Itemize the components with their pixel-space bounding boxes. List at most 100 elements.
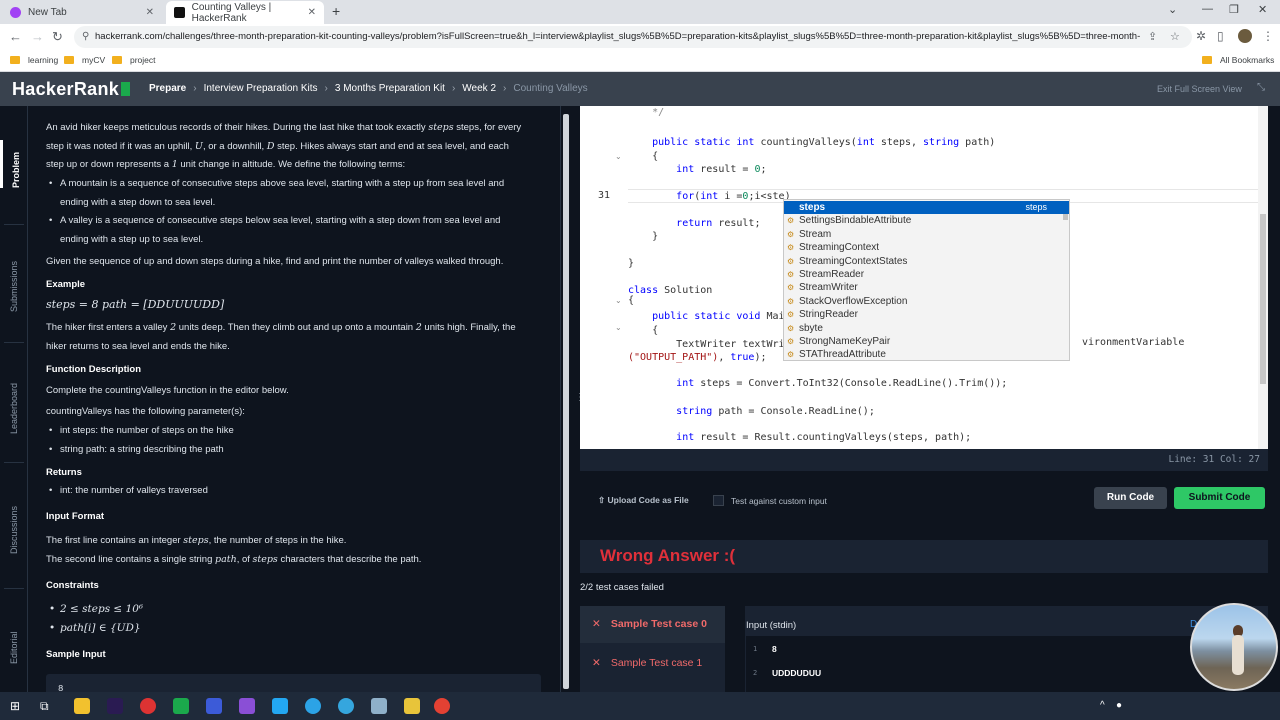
- autocomplete-item[interactable]: ⚙ sbyte: [784, 322, 1069, 335]
- stdin-value: 8: [772, 644, 777, 654]
- app-icon[interactable]: [371, 698, 387, 714]
- all-bookmarks[interactable]: All Bookmarks: [1202, 55, 1274, 65]
- submit-code-button[interactable]: Submit Code: [1174, 487, 1265, 509]
- code-line[interactable]: class Solution: [628, 284, 712, 298]
- restore-icon[interactable]: ❐: [1229, 3, 1239, 16]
- file-explorer-icon[interactable]: [74, 698, 90, 714]
- testcase-1-tab[interactable]: ✕ Sample Test case 1: [580, 645, 725, 682]
- tab-problem[interactable]: Problem: [0, 140, 28, 188]
- premiere-icon[interactable]: [107, 698, 123, 714]
- autocomplete-item[interactable]: ⚙ StrongNameKeyPair: [784, 335, 1069, 348]
- scrollbar-thumb[interactable]: [563, 114, 569, 689]
- bookmark-project[interactable]: project: [112, 55, 156, 65]
- problem-scrollbar[interactable]: [562, 108, 570, 690]
- code-line[interactable]: */: [628, 106, 664, 120]
- code-line[interactable]: {: [628, 324, 658, 338]
- bookmark-mycv[interactable]: myCV: [64, 55, 105, 65]
- app-icon[interactable]: [173, 698, 189, 714]
- autocomplete-item[interactable]: ⚙ Stream: [784, 228, 1069, 241]
- run-code-button[interactable]: Run Code: [1094, 487, 1167, 509]
- tray-chevron-icon[interactable]: ^: [1100, 700, 1105, 711]
- skype-icon[interactable]: [305, 698, 321, 714]
- menu-kebab-icon[interactable]: ⋮: [1262, 29, 1274, 43]
- code-line[interactable]: int result = 0;: [628, 163, 766, 177]
- autocomplete-item[interactable]: ⚙ StreamReader: [784, 268, 1069, 281]
- code-line[interactable]: {: [628, 294, 634, 308]
- breadcrumb-prepare[interactable]: Prepare: [149, 83, 186, 94]
- app-icon[interactable]: [140, 698, 156, 714]
- code-line[interactable]: for(int i =0;i<ste): [628, 190, 790, 204]
- upload-code-button[interactable]: ⇧ Upload Code as File: [598, 495, 689, 506]
- autocomplete-item[interactable]: ⚙ SettingsBindableAttribute: [784, 214, 1069, 227]
- browser-tab-new-tab[interactable]: New Tab ✕: [2, 1, 162, 24]
- vscode-icon[interactable]: [272, 698, 288, 714]
- chevron-right-icon: ›: [503, 83, 507, 94]
- code-line[interactable]: string path = Console.ReadLine();: [628, 405, 875, 419]
- side-panel-icon[interactable]: ▯: [1217, 29, 1224, 43]
- collapse-arrows-icon[interactable]: ⤡: [1257, 82, 1265, 93]
- autocomplete-item[interactable]: ⚙ STAThreadAttribute: [784, 348, 1069, 361]
- tab-leaderboard[interactable]: Leaderboard: [0, 374, 28, 434]
- app-icon[interactable]: [404, 698, 420, 714]
- code-line[interactable]: }: [628, 257, 634, 271]
- new-tab-plus-icon[interactable]: +: [332, 3, 340, 19]
- exit-fullscreen-link[interactable]: Exit Full Screen View: [1157, 84, 1242, 94]
- close-icon[interactable]: ✕: [146, 7, 154, 18]
- breadcrumb-3-months[interactable]: 3 Months Preparation Kit: [335, 83, 445, 94]
- window-close-icon[interactable]: ✕: [1258, 3, 1267, 16]
- code-line[interactable]: }: [628, 230, 658, 244]
- hackerrank-logo[interactable]: HackerRank: [12, 79, 131, 100]
- code-line[interactable]: TextWriter textWri: [628, 338, 784, 352]
- visual-studio-icon[interactable]: [239, 698, 255, 714]
- browser-tab-counting-valleys[interactable]: Counting Valleys | HackerRank ✕: [166, 1, 324, 24]
- close-icon[interactable]: ✕: [308, 7, 316, 18]
- autocomplete-item[interactable]: ⚙ StreamingContextStates: [784, 255, 1069, 268]
- autocomplete-item[interactable]: ⚙ StreamingContext: [784, 241, 1069, 254]
- minimize-icon[interactable]: —: [1202, 3, 1213, 15]
- custom-input-label[interactable]: Test against custom input: [731, 496, 827, 506]
- start-windows-icon[interactable]: ⊞: [10, 699, 26, 715]
- code-line[interactable]: {: [628, 150, 658, 164]
- autocomplete-item[interactable]: steps steps: [784, 201, 1069, 215]
- scrollbar-thumb[interactable]: [1260, 214, 1266, 384]
- profile-avatar[interactable]: [1238, 29, 1252, 43]
- breadcrumb-week-2[interactable]: Week 2: [462, 83, 496, 94]
- autocomplete-item[interactable]: ⚙ StringReader: [784, 308, 1069, 321]
- editor-scrollbar[interactable]: [1258, 106, 1268, 449]
- back-arrow-icon[interactable]: ←: [9, 29, 22, 45]
- code-line[interactable]: int result = Result.countingValleys(step…: [628, 431, 971, 445]
- address-bar[interactable]: ⚲ hackerrank.com/challenges/three-month-…: [74, 26, 1192, 48]
- tab-search-chevron-icon[interactable]: ⌄: [1168, 3, 1177, 16]
- code-line[interactable]: int steps = Convert.ToInt32(Console.Read…: [628, 377, 1007, 391]
- task-view-icon[interactable]: ⧉: [40, 699, 56, 715]
- fold-chevron-icon[interactable]: ⌄: [615, 152, 622, 161]
- tab-discussions[interactable]: Discussions: [0, 494, 28, 554]
- testcase-0-tab[interactable]: ✕ Sample Test case 0: [580, 606, 725, 643]
- autocomplete-item[interactable]: ⚙ StreamWriter: [784, 281, 1069, 294]
- fold-chevron-icon[interactable]: ⌄: [615, 296, 622, 305]
- code-token: int: [856, 137, 875, 148]
- fold-chevron-icon[interactable]: ⌄: [615, 323, 622, 332]
- forward-arrow-icon[interactable]: →: [31, 29, 44, 45]
- code-line[interactable]: ("OUTPUT_PATH"), true);: [628, 351, 767, 365]
- breadcrumb-interview-kits[interactable]: Interview Preparation Kits: [204, 83, 318, 94]
- bookmark-learning[interactable]: learning: [10, 55, 58, 65]
- microphone-icon[interactable]: ●: [1116, 700, 1122, 711]
- code-line[interactable]: public static void Mai: [628, 310, 784, 324]
- tab-submissions[interactable]: Submissions: [0, 252, 28, 312]
- chrome-icon[interactable]: [434, 698, 450, 714]
- code-line[interactable]: public static int countingValleys(int st…: [628, 136, 995, 150]
- custom-input-checkbox[interactable]: [713, 495, 724, 506]
- share-icon[interactable]: ⇪: [1148, 30, 1157, 43]
- autocomplete-dropdown[interactable]: steps steps ⚙ SettingsBindableAttribute ⚙ Str…: [783, 199, 1070, 361]
- site-info-icon[interactable]: ⚲: [82, 31, 89, 42]
- autocomplete-item[interactable]: ⚙ StackOverflowException: [784, 295, 1069, 308]
- bookmark-star-icon[interactable]: ☆: [1170, 30, 1180, 43]
- code-line[interactable]: return result;: [628, 217, 760, 231]
- app-icon[interactable]: [206, 698, 222, 714]
- tab-editorial[interactable]: Editorial: [0, 624, 28, 664]
- code-token: int: [700, 191, 719, 202]
- telegram-icon[interactable]: [338, 698, 354, 714]
- reload-icon[interactable]: ↻: [52, 29, 63, 45]
- extensions-puzzle-icon[interactable]: ✲: [1196, 29, 1206, 43]
